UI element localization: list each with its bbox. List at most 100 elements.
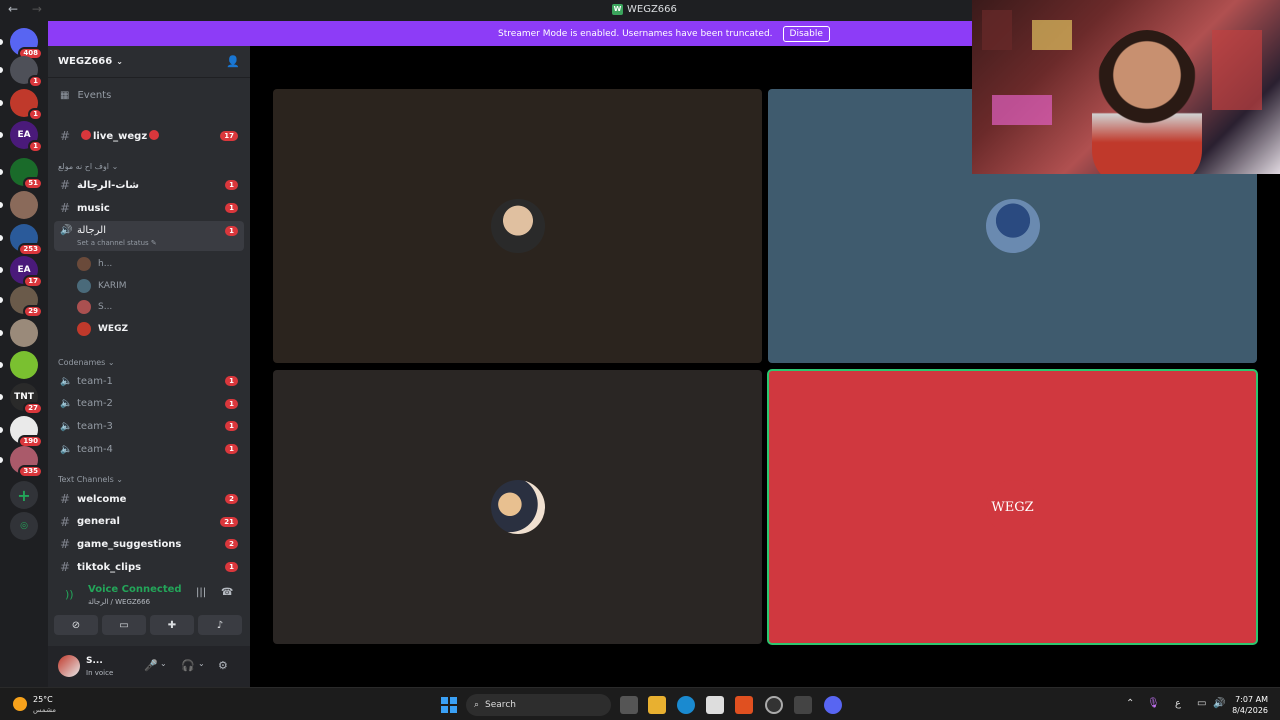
file-explorer-icon[interactable]: [648, 696, 666, 714]
brave-browser-icon[interactable]: [735, 696, 753, 714]
windows-start-icon[interactable]: [440, 696, 458, 714]
channel-chat[interactable]: # شات-الرجالة 1: [48, 175, 250, 195]
disconnect-icon[interactable]: ☎: [221, 587, 233, 598]
server-3-icon[interactable]: 1: [0, 89, 43, 121]
mic-tray-icon[interactable]: 🎙: [1147, 698, 1160, 709]
events-item[interactable]: ▦ Events: [60, 90, 111, 101]
server-11-icon[interactable]: [0, 351, 38, 379]
category-text-channels[interactable]: Text Channels ⌄: [58, 475, 123, 484]
server-green-icon[interactable]: 51: [0, 158, 43, 190]
camera-off-button[interactable]: ⊘: [54, 615, 98, 635]
channel-game_suggestions[interactable]: # game_suggestions 2: [48, 534, 250, 554]
server-13-icon[interactable]: 190: [0, 416, 43, 448]
task-view-icon[interactable]: [620, 696, 638, 714]
channel-live-wegz[interactable]: # live_wegz 17: [48, 126, 250, 146]
activities-button[interactable]: ✚: [150, 615, 194, 635]
sun-icon[interactable]: [13, 697, 27, 711]
voice-channel-selected[interactable]: 🔊 الرجالة Set a channel status ✎ 1: [54, 221, 244, 251]
hash-icon: #: [60, 537, 71, 552]
server-6-icon[interactable]: [0, 191, 38, 219]
server-header[interactable]: WEGZ666 ⌄ 👤: [48, 46, 250, 78]
unread-pill: [0, 202, 3, 208]
hash-icon: #: [60, 514, 71, 529]
username[interactable]: S...: [86, 656, 103, 666]
voice-user[interactable]: h...: [77, 255, 237, 273]
gear-icon[interactable]: ⚙: [218, 659, 228, 672]
headphones-icon[interactable]: 🎧: [181, 659, 195, 672]
channel-general[interactable]: # general 21: [48, 512, 250, 532]
unread-pill: [0, 39, 3, 45]
server-14-icon[interactable]: 335: [0, 446, 43, 478]
clock[interactable]: 7:07 AM 8/4/2026: [1230, 694, 1268, 716]
avatar: WEGZ: [985, 480, 1040, 534]
voice-user[interactable]: KARIM: [77, 277, 237, 295]
volume-icon[interactable]: 🔊: [1213, 698, 1225, 709]
voice-user[interactable]: S...: [77, 298, 237, 316]
category-1[interactable]: اوف اح نه مولع ⌄: [58, 162, 118, 171]
back-arrow-icon[interactable]: ←: [8, 2, 18, 16]
disable-button[interactable]: Disable: [782, 25, 830, 42]
noise-suppression-icon[interactable]: |||: [196, 587, 206, 598]
language-indicator[interactable]: ع: [1175, 698, 1181, 709]
soundboard-button[interactable]: ♪: [198, 615, 242, 635]
edge-browser-icon[interactable]: [677, 696, 695, 714]
chevron-down-icon[interactable]: ⌄: [198, 659, 205, 668]
category-codenames[interactable]: Codenames ⌄: [58, 358, 115, 367]
channel-team-4[interactable]: 🔈 team-4 1: [48, 439, 250, 459]
hash-icon: #: [60, 201, 71, 215]
voice-status[interactable]: Voice Connected: [88, 584, 182, 595]
server-10-icon[interactable]: [0, 319, 38, 347]
add-server-icon[interactable]: +: [10, 481, 38, 509]
channel-welcome[interactable]: # welcome 2: [48, 489, 250, 509]
channel-status-hint[interactable]: Set a channel status ✎: [77, 239, 157, 247]
discord-taskbar-icon[interactable]: [824, 696, 842, 714]
server-ea2-icon[interactable]: EA 17: [0, 256, 43, 288]
add-member-icon[interactable]: 👤: [226, 55, 240, 69]
chevron-down-icon[interactable]: ⌄: [160, 659, 167, 668]
unread-pill: [0, 330, 3, 336]
participant-tile-1[interactable]: [273, 89, 762, 363]
taskbar-search[interactable]: ⌕ Search: [466, 694, 611, 716]
mention-badge: 1: [28, 75, 43, 88]
mention-badge: 1: [28, 108, 43, 121]
channel-tiktok_clips[interactable]: # tiktok_clips 1: [48, 557, 250, 577]
window-title-text: WEGZ666: [627, 4, 677, 15]
avatar: [77, 257, 91, 271]
compass-icon[interactable]: ◎: [10, 512, 38, 540]
channel-team-2[interactable]: 🔈 team-2 1: [48, 394, 250, 414]
discord-home-icon-icon[interactable]: 408: [0, 28, 43, 60]
server-2-icon[interactable]: 1: [0, 56, 43, 88]
server-9-icon[interactable]: 29: [0, 286, 43, 318]
unread-badge: 1: [225, 444, 238, 455]
weather-temp[interactable]: 25°C: [33, 695, 53, 704]
banner-text: Streamer Mode is enabled. Usernames have…: [498, 28, 773, 39]
share-screen-button[interactable]: ▭: [102, 615, 146, 635]
channel-team-3[interactable]: 🔈 team-3 1: [48, 416, 250, 436]
channel-team-1[interactable]: 🔈 team-1 1: [48, 371, 250, 391]
unread-badge: 1: [225, 562, 238, 573]
microphone-icon[interactable]: 🎤: [144, 659, 158, 672]
unread-badge: 1: [225, 226, 238, 236]
participant-tile-3[interactable]: [273, 370, 762, 644]
time: 7:07 AM: [1235, 695, 1268, 704]
avatar[interactable]: [58, 655, 80, 677]
signal-icon[interactable]: )): [65, 588, 74, 601]
voice-channel-label: الرجالة: [77, 225, 106, 236]
chevron-up-icon[interactable]: ⌃: [1126, 698, 1134, 709]
avatar: [490, 199, 545, 253]
store-icon[interactable]: [706, 696, 724, 714]
app-icon[interactable]: [765, 696, 783, 714]
webcam-app-icon[interactable]: [794, 696, 812, 714]
voice-user-name: h...: [98, 259, 113, 269]
unread-pill: [0, 100, 3, 106]
voice-user[interactable]: WEGZ: [77, 320, 237, 338]
forward-arrow-icon[interactable]: →: [32, 2, 42, 16]
network-icon[interactable]: ▭: [1197, 698, 1206, 709]
activities-icon: ✚: [167, 619, 177, 631]
server-ea-icon[interactable]: EA 1: [0, 121, 43, 153]
server-7-icon[interactable]: 253: [0, 224, 43, 256]
channel-music[interactable]: # music 1: [48, 198, 250, 218]
participant-tile-speaking[interactable]: WEGZ: [767, 369, 1258, 645]
server-tnt-icon[interactable]: TNT 27: [0, 383, 43, 415]
channel-sidebar: WEGZ666 ⌄ 👤 ▦ Events # live_wegz 17 اوف …: [48, 46, 250, 687]
